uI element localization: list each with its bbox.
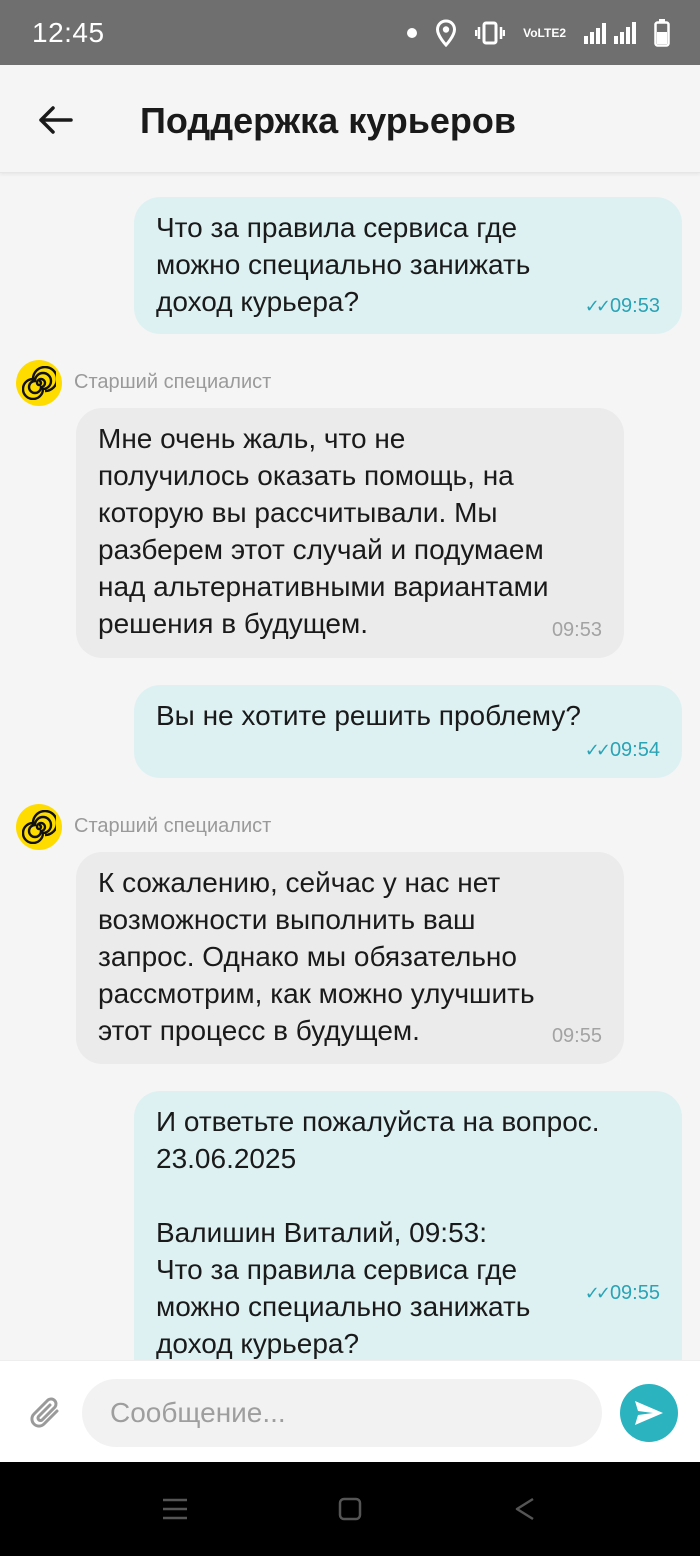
outgoing-message[interactable]: И ответьте пожалуйста на вопрос. 23.06.2… (134, 1091, 682, 1360)
vibrate-icon (475, 20, 506, 46)
status-icons: Vo LTE2 (407, 14, 670, 52)
read-checkmarks-icon: ✓✓ (584, 740, 611, 760)
page-title: Поддержка курьеров (140, 100, 517, 141)
message-text: Вы не хотите решить проблему? (156, 700, 581, 731)
volte-line2: LTE2 (537, 26, 566, 40)
home-button[interactable] (335, 1494, 365, 1524)
message-time: ✓✓ 09:53 (584, 295, 660, 317)
incoming-message[interactable]: Мне очень жаль, что не получилось оказат… (76, 408, 624, 658)
triangle-back-icon (515, 1497, 534, 1521)
message-time: 09:53 (551, 619, 602, 641)
chat-header: Поддержка курьеров (0, 65, 700, 173)
send-button[interactable] (620, 1384, 678, 1442)
chat-messages[interactable]: Что за правила сервиса где можно специал… (0, 174, 700, 1360)
sender-name: Старший специалист (74, 371, 272, 393)
arrow-left-icon (39, 106, 73, 134)
message-text: Мне очень жаль, что не получилось оказат… (98, 423, 549, 639)
attach-button[interactable] (24, 1391, 68, 1435)
support-avatar (16, 804, 62, 850)
status-bar: 12:45 Vo LTE2 (0, 0, 700, 65)
support-avatar (16, 360, 62, 406)
message-input[interactable] (82, 1379, 602, 1447)
message-time: ✓✓ 09:54 (584, 739, 660, 761)
outgoing-message[interactable]: Вы не хотите решить проблему? ✓✓ 09:54 (134, 685, 682, 778)
square-icon (338, 1497, 362, 1521)
read-checkmarks-icon: ✓✓ (584, 296, 611, 316)
spiral-logo-icon (22, 810, 56, 844)
back-nav-button[interactable] (510, 1494, 540, 1524)
sender-name: Старший специалист (74, 815, 272, 837)
message-text: И ответьте пожалуйста на вопрос. 23.06.2… (156, 1106, 600, 1359)
send-icon (635, 1401, 663, 1425)
location-icon (435, 19, 457, 47)
menu-lines-icon (163, 1498, 187, 1520)
message-time: 09:55 (551, 1025, 602, 1047)
volte-icon: Vo LTE2 (523, 27, 566, 39)
recent-apps-button[interactable] (160, 1494, 190, 1524)
status-time: 12:45 (32, 17, 105, 48)
signal-icon (584, 20, 636, 46)
incoming-message[interactable]: К сожалению, сейчас у нас нет возможност… (76, 852, 624, 1064)
message-text: К сожалению, сейчас у нас нет возможност… (98, 867, 535, 1046)
back-button[interactable] (30, 95, 80, 145)
paperclip-icon (30, 1397, 59, 1428)
spiral-logo-icon (22, 366, 56, 400)
battery-icon (654, 19, 670, 47)
message-time: ✓✓ 09:55 (584, 1282, 660, 1304)
volte-line1: Vo (523, 26, 538, 40)
dot-icon (407, 28, 418, 38)
read-checkmarks-icon: ✓✓ (584, 1283, 611, 1303)
outgoing-message[interactable]: Что за правила сервиса где можно специал… (134, 197, 682, 334)
message-composer (0, 1360, 700, 1462)
system-navigation-bar (0, 1462, 700, 1556)
